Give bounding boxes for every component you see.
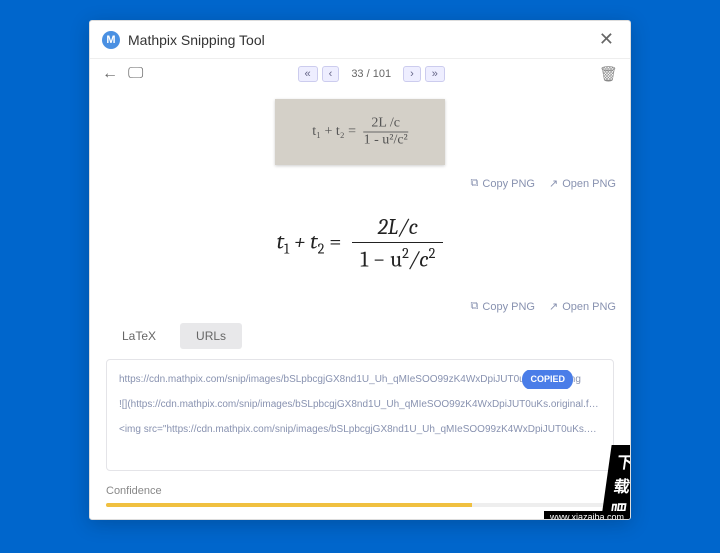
handwritten-equation: t₁ + t₂ = 2L /c 1 - u²/c² — [312, 116, 408, 149]
last-page-button[interactable]: » — [425, 66, 445, 82]
prev-page-button[interactable]: ‹ — [322, 66, 340, 82]
copy-png-button-2[interactable]: ⧉Copy PNG — [471, 300, 535, 313]
page-indicator: 33 / 101 — [351, 68, 391, 80]
tabs: LaTeX URLs — [90, 323, 630, 349]
back-icon[interactable]: ← — [102, 65, 118, 83]
close-icon[interactable]: ✕ — [595, 29, 618, 50]
app-window: M Mathpix Snipping Tool ✕ ← 🖵 « ‹ 33 / 1… — [89, 20, 631, 520]
monitor-icon[interactable]: 🖵 — [128, 65, 143, 83]
first-page-button[interactable]: « — [298, 66, 318, 82]
url-line-3[interactable]: <img src="https://cdn.mathpix.com/snip/i… — [119, 420, 601, 439]
trash-icon[interactable]: 🗑 — [599, 65, 618, 83]
copy-icon: ⧉ — [471, 300, 479, 313]
snip-image: t₁ + t₂ = 2L /c 1 - u²/c² — [275, 99, 445, 165]
toolbar: ← 🖵 « ‹ 33 / 101 › » 🗑 — [90, 59, 630, 89]
open-png-button-2[interactable]: ↗Open PNG — [549, 300, 616, 313]
titlebar: M Mathpix Snipping Tool ✕ — [90, 21, 630, 59]
pager: « ‹ 33 / 101 › » — [298, 66, 445, 82]
copied-chip: COPIED — [522, 370, 573, 389]
copy-icon: ⧉ — [471, 177, 479, 190]
app-title: Mathpix Snipping Tool — [128, 32, 595, 48]
copy-png-button[interactable]: ⧉Copy PNG — [471, 177, 535, 190]
confidence-label: Confidence — [106, 485, 614, 497]
urls-panel: https://cdn.mathpix.com/snip/images/bSLp… — [106, 359, 614, 471]
tab-urls[interactable]: URLs — [180, 323, 242, 349]
app-logo-icon: M — [102, 31, 120, 49]
tab-latex[interactable]: LaTeX — [106, 323, 172, 349]
open-icon: ↗ — [549, 300, 558, 313]
open-png-button[interactable]: ↗Open PNG — [549, 177, 616, 190]
render-actions: ⧉Copy PNG ↗Open PNG — [90, 296, 630, 317]
rendered-equation: t1 + t2 = 2L/c1 − u2/c2 — [90, 194, 630, 296]
confidence-fill — [106, 503, 472, 507]
snip-actions: ⧉Copy PNG ↗Open PNG — [90, 173, 630, 194]
url-line-1[interactable]: https://cdn.mathpix.com/snip/images/bSLp… — [119, 370, 601, 389]
confidence-section: Confidence — [90, 481, 630, 519]
next-page-button[interactable]: › — [403, 66, 421, 82]
url-line-2[interactable]: ![](https://cdn.mathpix.com/snip/images/… — [119, 395, 601, 414]
open-icon: ↗ — [549, 177, 558, 190]
confidence-bar — [106, 503, 614, 507]
